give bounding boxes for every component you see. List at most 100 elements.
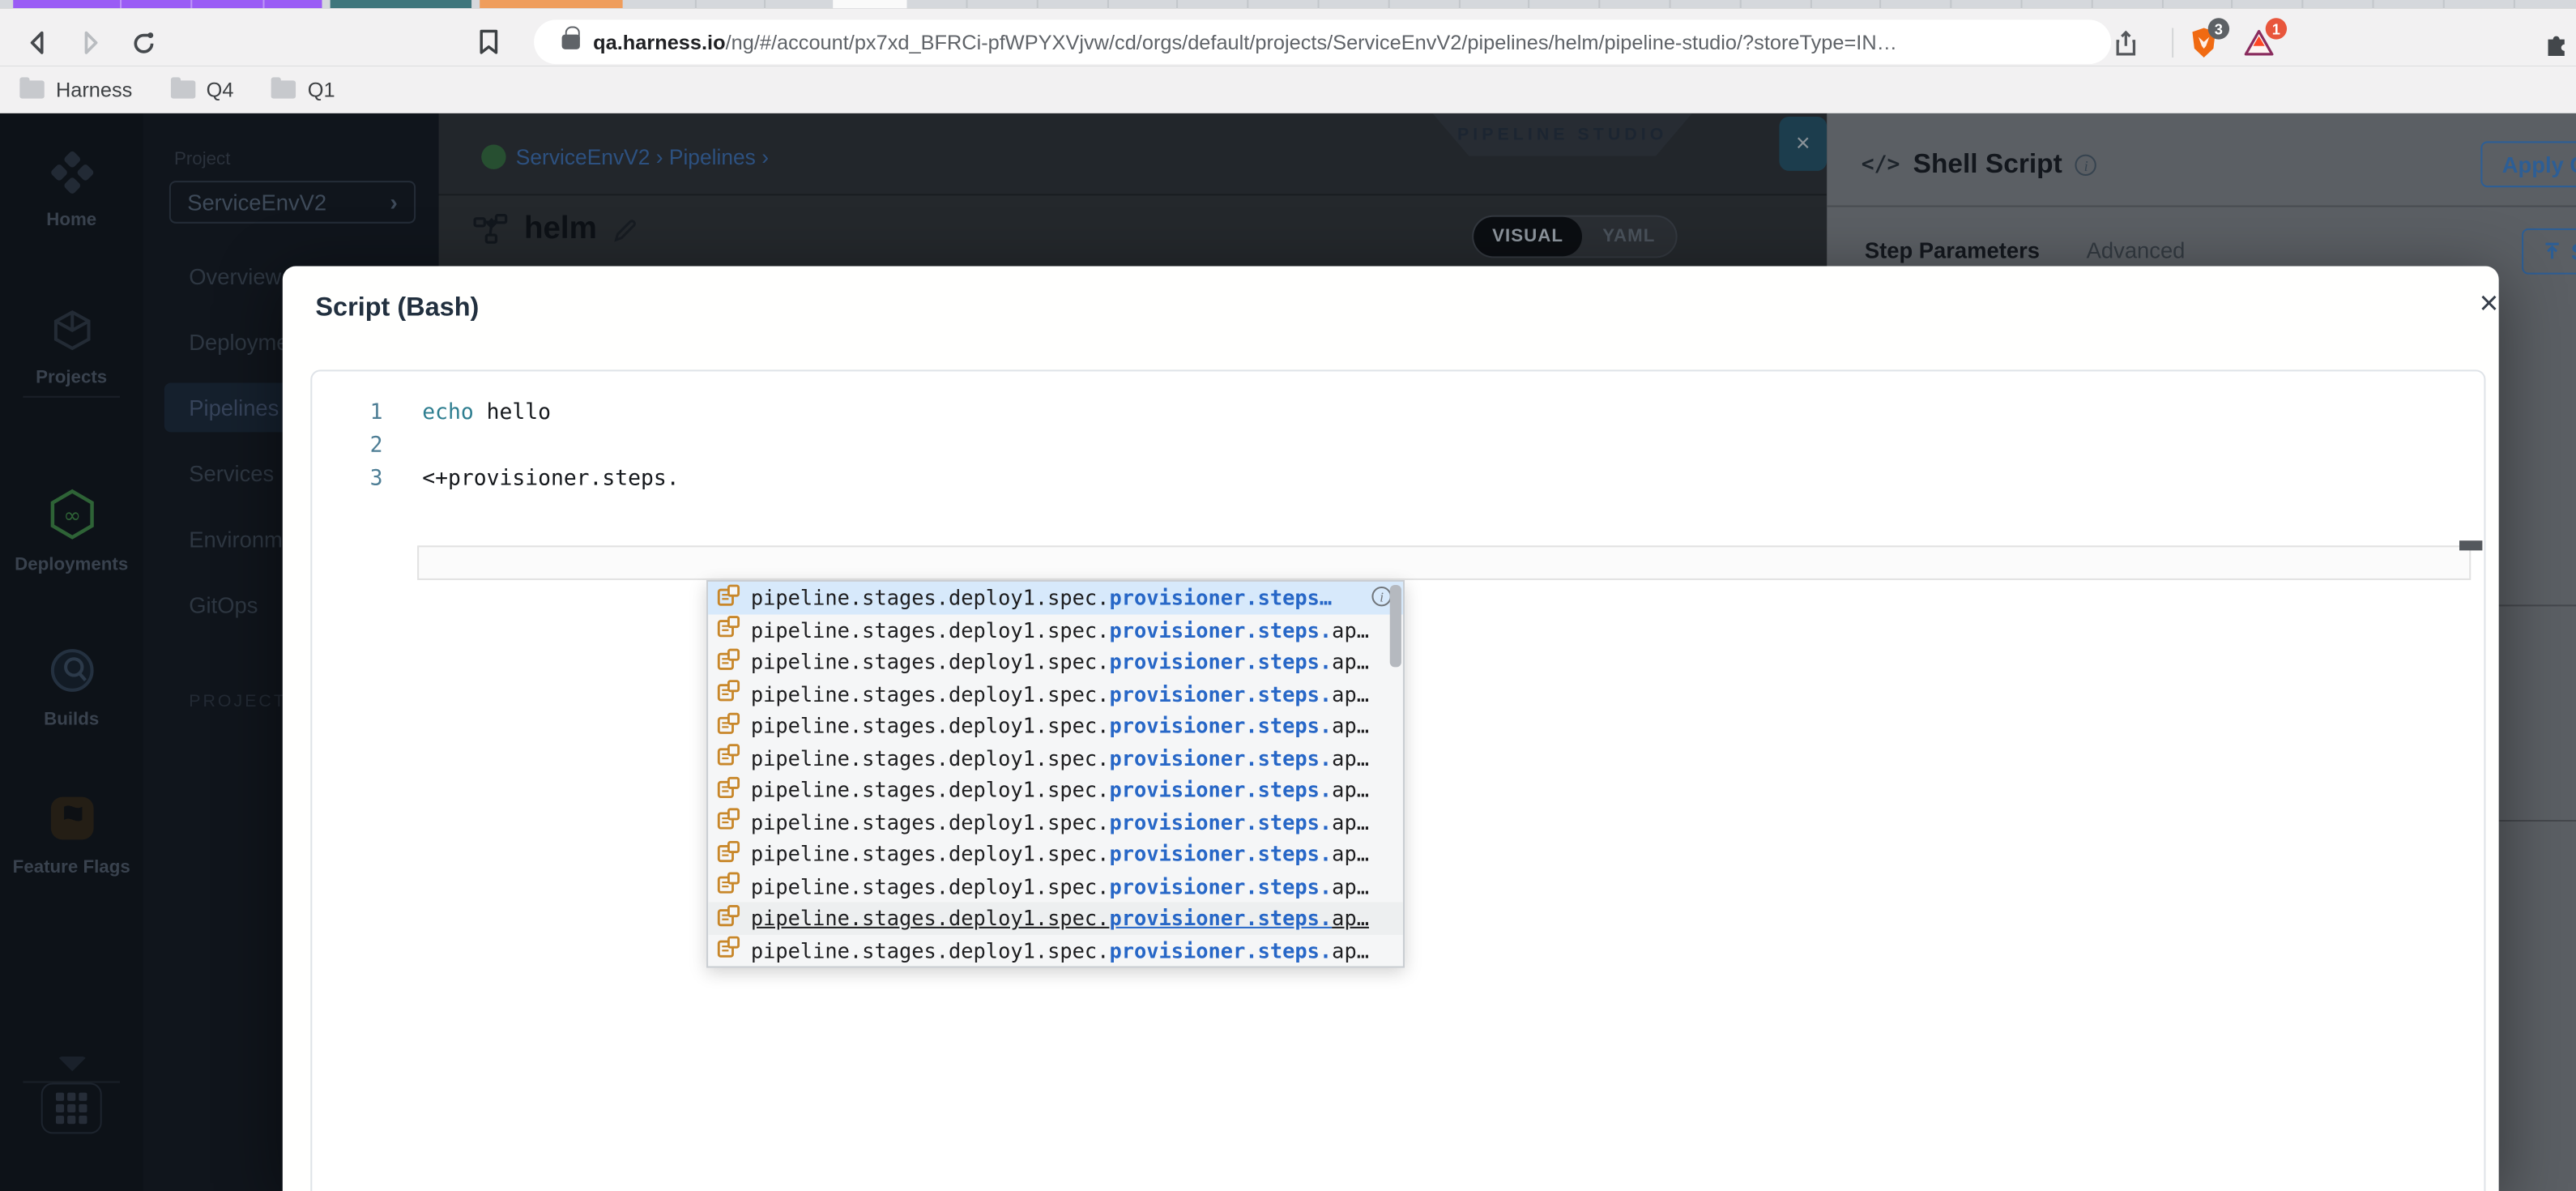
tab-step-parameters[interactable]: Step Parameters <box>1865 238 2040 263</box>
upload-icon <box>2545 242 2559 259</box>
tab-advanced[interactable]: Advanced <box>2087 238 2186 263</box>
url-bar[interactable]: qa.harness.io/ng/#/account/px7xd_BFRCi-p… <box>534 19 2112 65</box>
sidebar-item-projects[interactable]: Projects <box>0 307 143 388</box>
share-icon <box>2116 29 2136 55</box>
code-line-1: echo hello <box>422 400 551 426</box>
close-icon: × <box>2479 284 2499 322</box>
sidebar-item-feature-flags[interactable]: Feature Flags <box>0 794 143 877</box>
tab-divider <box>262 0 265 9</box>
step-panel-title: Shell Script <box>1913 149 2062 180</box>
suggestion-item[interactable]: pipeline.stages.deploy1.spec.provisioner… <box>708 646 1403 678</box>
breadcrumb-segment[interactable]: ServiceEnvV2 <box>516 144 650 169</box>
side-bookmark-button[interactable] <box>467 21 510 64</box>
tab-group-segment[interactable] <box>330 0 472 9</box>
puzzle-icon <box>2548 36 2565 56</box>
view-toggle-yaml[interactable]: YAML <box>1582 217 1676 257</box>
suggestion-item[interactable]: pipeline.stages.deploy1.spec.provisioner… <box>708 838 1403 870</box>
project-nav-gitops[interactable]: GitOps <box>189 593 258 617</box>
info-icon[interactable]: i <box>2075 154 2097 177</box>
suggestion-item[interactable]: pipeline.stages.deploy1.spec.provisioner… <box>708 678 1403 711</box>
tab-group-segment[interactable] <box>480 0 623 9</box>
sidebar-collapse-chevron-icon[interactable] <box>57 1057 87 1072</box>
reload-button[interactable] <box>122 21 164 64</box>
line-number: 1 <box>369 400 383 426</box>
tab-divider <box>2020 0 2023 9</box>
bookmark-folder-q4[interactable]: Q4 <box>169 76 233 101</box>
suggestion-item[interactable]: pipeline.stages.deploy1.spec.provisioner… <box>708 934 1403 967</box>
tab-divider <box>1598 0 1601 9</box>
suggestion-item[interactable]: pipeline.stages.deploy1.spec.provisioner… <box>708 742 1403 775</box>
back-button[interactable] <box>16 21 59 64</box>
tab-group-segment[interactable] <box>13 0 322 9</box>
suggestion-item[interactable]: pipeline.stages.deploy1.spec.provisioner… <box>708 581 1403 614</box>
suggestion-text: pipeline.stages.deploy1.spec.provisioner… <box>750 617 1369 642</box>
lock-icon[interactable] <box>561 26 580 49</box>
apply-changes-button[interactable]: Apply Ch <box>2480 141 2576 188</box>
project-section-label: Project <box>173 149 231 169</box>
suggestion-item[interactable]: pipeline.stages.deploy1.spec.provisioner… <box>708 613 1403 646</box>
suggestion-text: pipeline.stages.deploy1.spec.provisioner… <box>750 745 1369 771</box>
bookmark-folder-harness[interactable]: Harness <box>19 76 132 101</box>
sidebar-item-home[interactable]: Home <box>0 150 143 230</box>
project-nav-overview[interactable]: Overview <box>189 265 281 289</box>
tab-divider <box>120 0 122 9</box>
suggestion-item[interactable]: pipeline.stages.deploy1.spec.provisioner… <box>708 806 1403 839</box>
save-template-button[interactable]: S <box>2522 228 2576 275</box>
grid-icon <box>55 1092 87 1125</box>
autocomplete-dropdown: pipeline.stages.deploy1.spec.provisioner… <box>706 579 1405 968</box>
bookmark-folder-q1[interactable]: Q1 <box>271 76 335 101</box>
url-text[interactable]: qa.harness.io/ng/#/account/px7xd_BFRCi-p… <box>593 31 1897 53</box>
suggestion-text: pipeline.stages.deploy1.spec.provisioner… <box>750 841 1369 867</box>
script-modal: Script (Bash) × 1 2 3 echo hello <+provi… <box>282 266 2499 1191</box>
edit-pencil-icon[interactable] <box>612 216 639 244</box>
sidebar-item-builds[interactable]: Builds <box>0 646 143 729</box>
active-tab-slot[interactable] <box>833 0 907 9</box>
brave-shields-badge: 3 <box>2207 18 2230 40</box>
breadcrumb-separator: › <box>650 144 669 169</box>
suggestion-list: pipeline.stages.deploy1.spec.provisioner… <box>708 581 1403 967</box>
tab-divider <box>1176 0 1179 9</box>
extensions-button[interactable] <box>2536 21 2576 64</box>
tab-divider <box>1739 0 1742 9</box>
suggestion-item[interactable]: pipeline.stages.deploy1.spec.provisioner… <box>708 774 1403 806</box>
tab-divider <box>1669 0 1671 9</box>
dropdown-scrollbar[interactable] <box>1389 584 1401 668</box>
bookmarks-bar: Harness Q4 Q1 <box>0 66 2576 113</box>
suggestion-item[interactable]: pipeline.stages.deploy1.spec.provisioner… <box>708 870 1403 903</box>
script-code-editor[interactable]: 1 2 3 echo hello <+provisioner.steps. pi… <box>310 369 2486 1191</box>
project-nav-pipelines[interactable]: Pipelines <box>189 396 279 420</box>
sidebar-item-deployments[interactable]: ∞ Deployments <box>0 488 143 575</box>
view-toggle-visual[interactable]: VISUAL <box>1474 216 1583 257</box>
project-selector-value: ServiceEnvV2 <box>187 190 327 215</box>
toolbar-separator <box>2172 28 2174 58</box>
suggestion-item[interactable]: pipeline.stages.deploy1.spec.provisioner… <box>708 710 1403 742</box>
share-button[interactable] <box>2105 21 2147 64</box>
project-setup-heading: PROJECT <box>189 691 287 712</box>
chevron-right-icon: › <box>390 189 398 216</box>
feature-flags-icon <box>49 796 93 840</box>
forward-button[interactable] <box>69 21 112 64</box>
suggestion-text: pipeline.stages.deploy1.spec.provisioner… <box>750 905 1369 931</box>
tab-divider <box>1247 0 1249 9</box>
projects-cube-icon <box>53 310 90 351</box>
suggestion-info-icon[interactable]: i <box>1371 587 1392 607</box>
tab-divider <box>1317 0 1320 9</box>
breadcrumb-separator: › <box>755 144 770 169</box>
panel-row-divider <box>2498 604 2576 607</box>
close-icon: × <box>1795 130 1810 158</box>
visual-yaml-toggle[interactable]: VISUAL YAML <box>1472 215 1678 258</box>
panel-divider <box>1827 205 2576 207</box>
project-selector[interactable]: ServiceEnvV2 › <box>168 181 416 224</box>
project-nav-services[interactable]: Services <box>189 462 274 486</box>
overview-ruler-marker <box>2459 540 2483 551</box>
modal-close-button[interactable]: × <box>2467 283 2499 326</box>
suggestion-item[interactable]: pipeline.stages.deploy1.spec.provisioner… <box>708 902 1403 934</box>
svg-text:∞: ∞ <box>62 504 80 528</box>
browser-tab-strip[interactable] <box>0 0 2576 9</box>
suggestion-field-icon <box>717 840 740 862</box>
studio-close-button[interactable]: × <box>1779 116 1828 171</box>
suggestion-text: pipeline.stages.deploy1.spec.provisioner… <box>750 585 1333 610</box>
breadcrumb-segment[interactable]: Pipelines <box>669 144 756 169</box>
module-grid-button[interactable] <box>41 1082 102 1134</box>
breadcrumb[interactable]: ServiceEnvV2 › Pipelines › <box>516 144 769 169</box>
